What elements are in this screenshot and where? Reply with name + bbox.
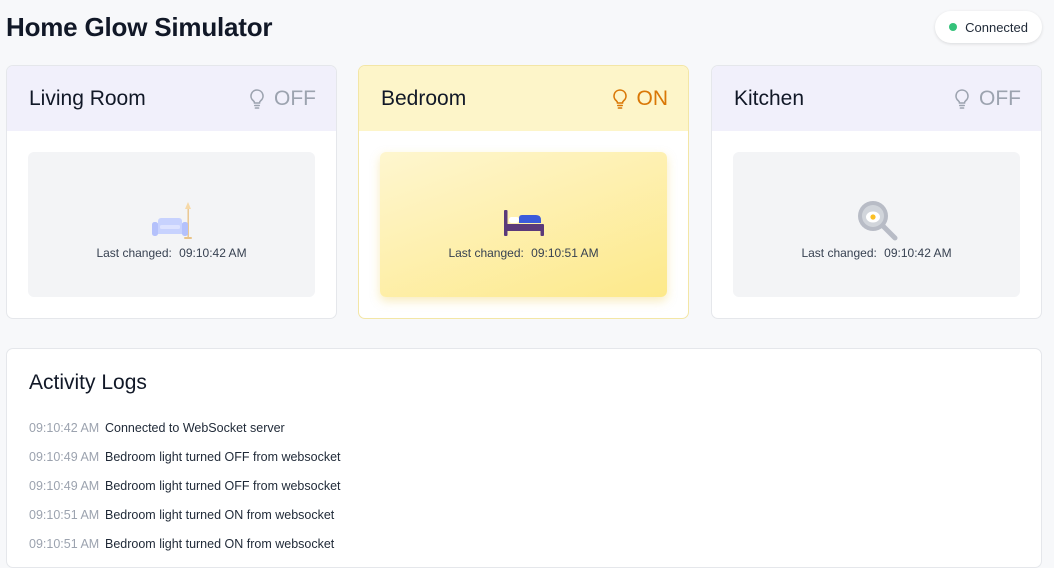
- last-changed-label: Last changed:: [448, 245, 524, 260]
- activity-logs-title: Activity Logs: [29, 371, 147, 394]
- light-bulb-icon: [612, 88, 627, 109]
- last-changed-text: Last changed: 09:10:42 AM: [801, 246, 951, 260]
- last-changed-text: Last changed: 09:10:51 AM: [448, 246, 598, 260]
- room-card-header: Living Room OFF: [7, 66, 336, 131]
- log-message: Bedroom light turned OFF from websocket: [105, 449, 341, 464]
- log-time: 09:10:51 AM: [29, 507, 100, 522]
- light-toggle[interactable]: OFF: [953, 87, 1021, 111]
- light-bulb-icon: [955, 88, 969, 109]
- activity-logs-panel: Activity Logs 09:10:42 AM Connected to W…: [6, 348, 1042, 568]
- status-dot-icon: [949, 23, 958, 31]
- log-time: 09:10:49 AM: [29, 449, 100, 464]
- frying-pan-icon: [857, 200, 897, 240]
- log-entry: 09:10:49 AM Bedroom light turned OFF fro…: [29, 442, 341, 471]
- log-message: Bedroom light turned OFF from websocket: [105, 478, 341, 493]
- room-name: Bedroom: [381, 86, 467, 110]
- last-changed-label: Last changed:: [96, 245, 172, 260]
- light-state-label: OFF: [274, 86, 316, 110]
- last-changed-label: Last changed:: [801, 245, 877, 260]
- log-message: Bedroom light turned ON from websocket: [105, 507, 335, 522]
- log-entry: 09:10:49 AM Bedroom light turned OFF fro…: [29, 471, 341, 500]
- light-bulb-icon: [250, 88, 264, 109]
- room-name: Kitchen: [734, 86, 805, 110]
- room-card-header: Bedroom ON: [359, 66, 688, 131]
- sofa-lamp-icon: [151, 201, 192, 239]
- app-title: Home Glow Simulator: [6, 12, 273, 42]
- room-card-kitchen[interactable]: Kitchen OFF Last changed: 09:10:42 AM: [711, 65, 1042, 319]
- light-state-label: OFF: [979, 86, 1021, 110]
- room-name: Living Room: [29, 86, 146, 110]
- room-visual: Last changed: 09:10:51 AM: [380, 152, 667, 297]
- light-toggle[interactable]: OFF: [248, 87, 316, 111]
- connection-status-label: Connected: [965, 19, 1028, 35]
- log-entry: 09:10:51 AM Bedroom light turned ON from…: [29, 500, 341, 529]
- last-changed-time: 09:10:42 AM: [880, 245, 952, 260]
- app-header: Home Glow Simulator Connected: [6, 0, 1046, 56]
- log-message: Bedroom light turned ON from websocket: [105, 536, 335, 551]
- log-entry: 09:10:42 AM Connected to WebSocket serve…: [29, 413, 341, 442]
- room-card-header: Kitchen OFF: [712, 66, 1041, 131]
- log-list: 09:10:42 AM Connected to WebSocket serve…: [29, 413, 341, 558]
- room-cards: Living Room OFF Last changed: 09:10:42 A…: [6, 65, 1042, 319]
- light-state-label: ON: [636, 86, 669, 110]
- light-toggle[interactable]: ON: [611, 86, 669, 111]
- room-visual: Last changed: 09:10:42 AM: [28, 152, 315, 297]
- log-time: 09:10:42 AM: [29, 420, 100, 435]
- last-changed-time: 09:10:51 AM: [527, 245, 599, 260]
- room-card-bedroom[interactable]: Bedroom ON Last changed: 09:10:51 AM: [358, 65, 689, 319]
- log-entry: 09:10:51 AM Bedroom light turned ON from…: [29, 529, 341, 558]
- room-card-living-room[interactable]: Living Room OFF Last changed: 09:10:42 A…: [6, 65, 337, 319]
- log-time: 09:10:49 AM: [29, 478, 100, 493]
- bed-icon: [503, 209, 544, 236]
- last-changed-time: 09:10:42 AM: [175, 245, 247, 260]
- room-visual: Last changed: 09:10:42 AM: [733, 152, 1020, 297]
- connection-status-badge: Connected: [935, 11, 1042, 43]
- last-changed-text: Last changed: 09:10:42 AM: [96, 246, 246, 260]
- log-message: Connected to WebSocket server: [105, 420, 285, 435]
- log-time: 09:10:51 AM: [29, 536, 100, 551]
